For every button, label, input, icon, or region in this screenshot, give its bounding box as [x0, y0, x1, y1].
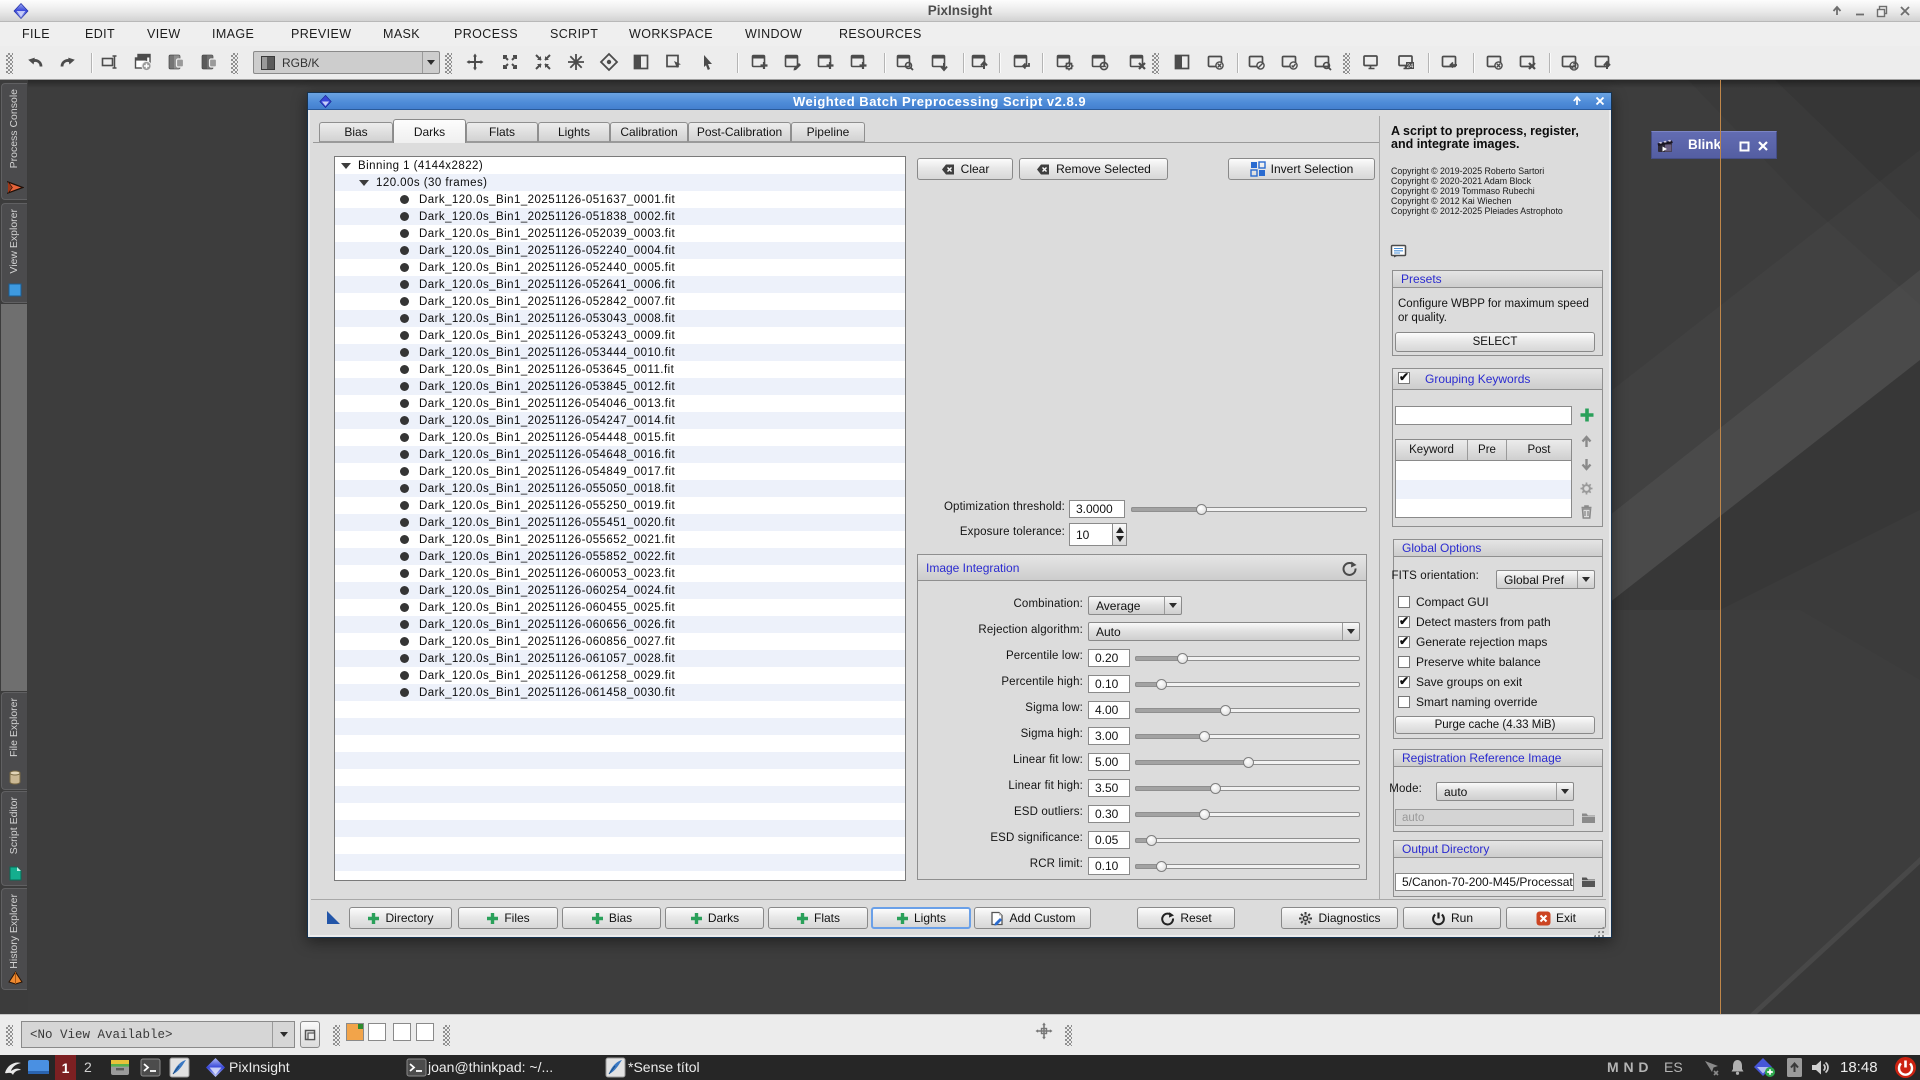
- svg-text:24: 24: [1407, 64, 1414, 70]
